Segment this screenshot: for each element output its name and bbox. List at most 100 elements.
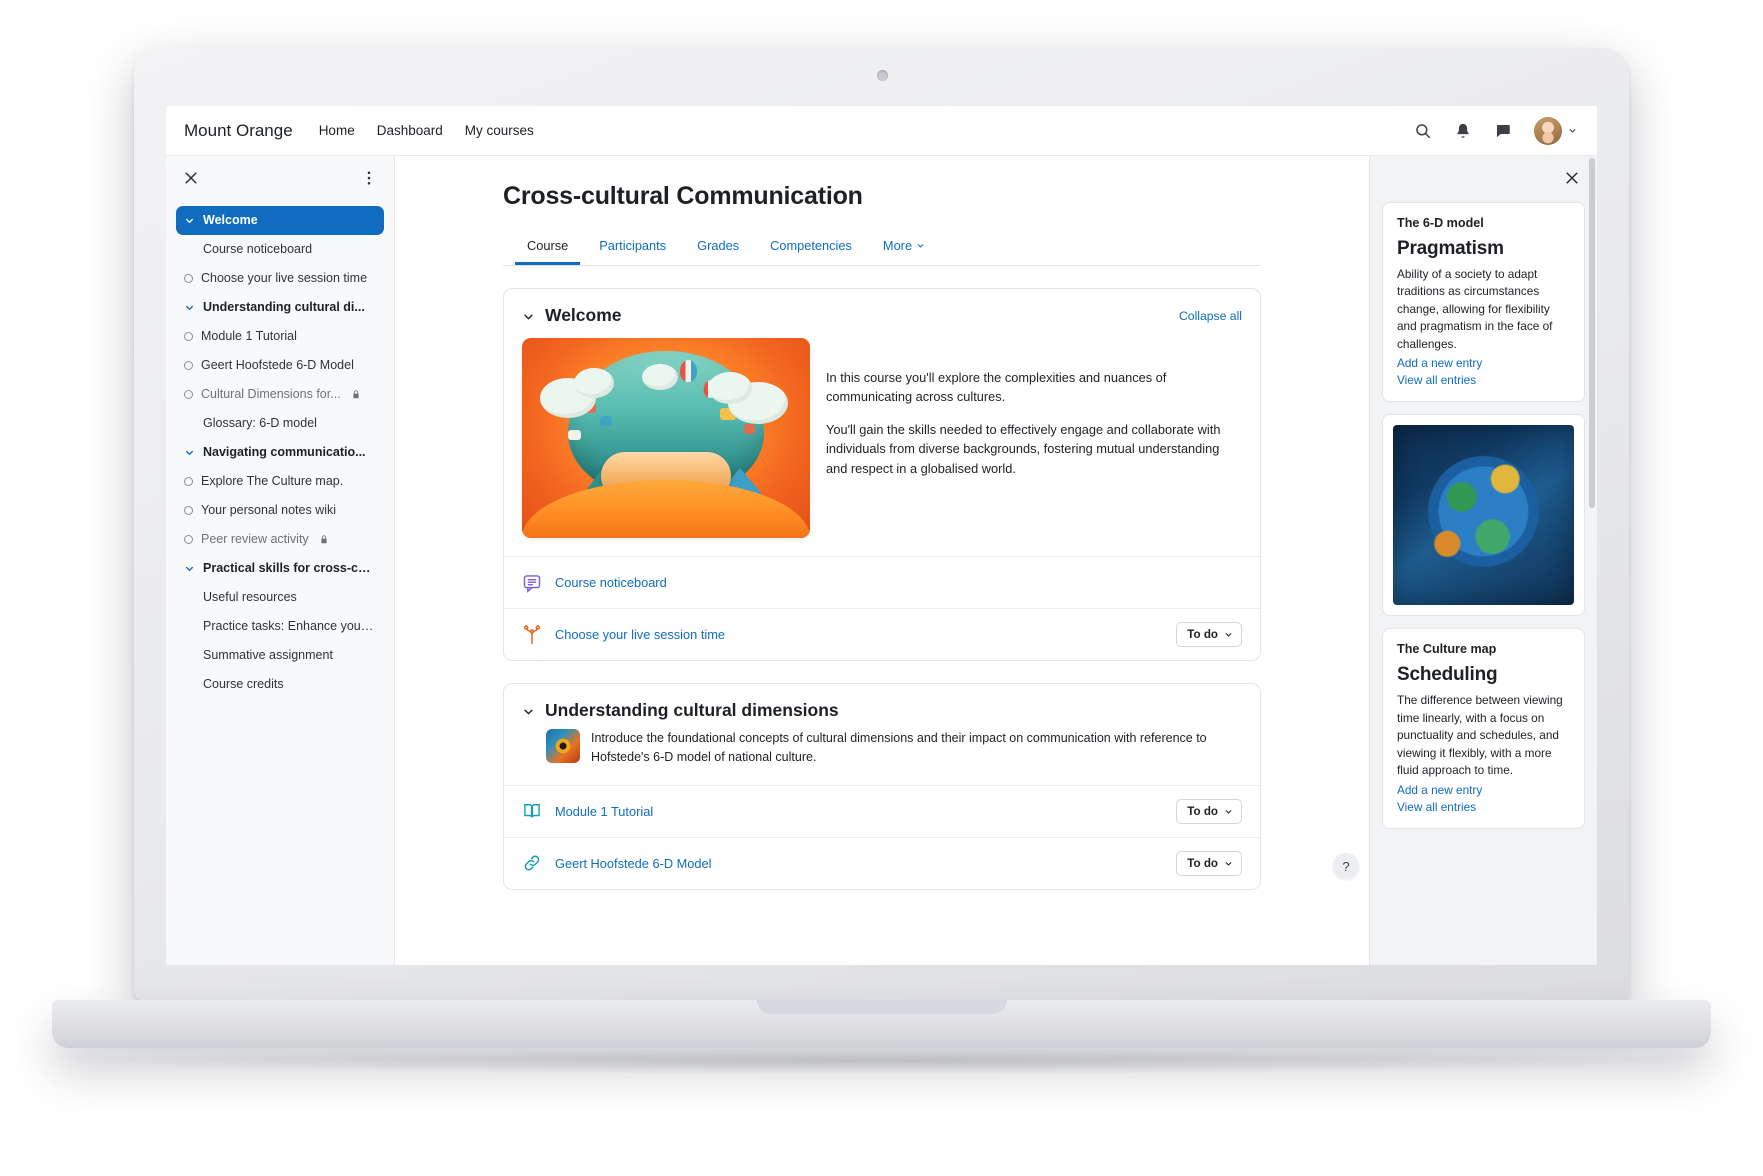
- sidebar-item-glossary-6d-model[interactable]: Glossary: 6-D model: [176, 409, 384, 438]
- sidebar-item-welcome[interactable]: Welcome: [176, 206, 384, 235]
- page-scrollbar[interactable]: [1589, 158, 1595, 508]
- notifications-bell-icon[interactable]: [1454, 122, 1472, 140]
- screen-viewport: Mount Orange Home Dashboard My courses W…: [166, 106, 1597, 965]
- sidebar-item-label: Glossary: 6-D model: [203, 415, 317, 430]
- decor-tile: [568, 430, 581, 440]
- nav-link-home[interactable]: Home: [319, 123, 355, 138]
- messages-icon[interactable]: [1494, 122, 1512, 140]
- decor-tile: [744, 424, 755, 434]
- sidebar-item-label: Summative assignment: [203, 647, 333, 662]
- activity-row-module-1-tutorial[interactable]: Module 1 Tutorial To do: [504, 784, 1260, 837]
- tab-label: Course: [527, 238, 569, 253]
- tab-grades[interactable]: Grades: [685, 231, 751, 265]
- avatar[interactable]: [1534, 116, 1562, 145]
- chevron-down-icon: [1225, 633, 1232, 637]
- activity-name[interactable]: Choose your live session time: [555, 627, 725, 642]
- tab-course[interactable]: Course: [515, 231, 581, 265]
- section-description-text: Introduce the foundational concepts of c…: [591, 731, 1207, 764]
- summary-paragraph-2: You'll gain the skills needed to effecti…: [826, 421, 1221, 476]
- sidebar-item-personal-notes-wiki[interactable]: Your personal notes wiki: [176, 496, 384, 525]
- sidebar-item-practical-skills[interactable]: Practical skills for cross-cul...: [176, 554, 384, 583]
- sidebar-item-geert-hoofstede-model[interactable]: Geert Hoofstede 6-D Model: [176, 351, 384, 380]
- completion-todo-button[interactable]: To do: [1176, 850, 1242, 876]
- course-summary-text: In this course you'll explore the comple…: [826, 338, 1242, 538]
- sidebar-item-label: Navigating communicatio...: [203, 444, 366, 459]
- sidebar-item-choose-session[interactable]: Choose your live session time: [176, 264, 384, 293]
- laptop-mockup: Mount Orange Home Dashboard My courses W…: [0, 0, 1763, 1176]
- sidebar-item-peer-review-activity[interactable]: Peer review activity: [176, 525, 384, 554]
- hill-shape: [522, 480, 810, 538]
- lock-icon: [353, 390, 359, 399]
- cloud-shape: [708, 372, 752, 404]
- view-all-entries-link[interactable]: View all entries: [1397, 373, 1570, 387]
- site-brand[interactable]: Mount Orange: [184, 121, 293, 141]
- sidebar-item-course-credits[interactable]: Course credits: [176, 670, 384, 699]
- kebab-menu-icon[interactable]: [360, 169, 378, 187]
- course-main-content: Cross-cultural Communication Course Part…: [395, 156, 1369, 965]
- chevron-down-icon[interactable]: [522, 705, 535, 718]
- block-drawer-toolbar: [1370, 156, 1597, 200]
- course-index-drawer: Welcome Course noticeboard Choose your l…: [166, 156, 395, 965]
- sidebar-item-summative-assignment[interactable]: Summative assignment: [176, 641, 384, 670]
- user-menu[interactable]: [1534, 116, 1577, 145]
- tab-participants[interactable]: Participants: [587, 231, 678, 265]
- block-title: The 6-D model: [1397, 216, 1484, 230]
- sidebar-item-explore-culture-map[interactable]: Explore The Culture map.: [176, 467, 384, 496]
- chevron-down-icon[interactable]: [1568, 126, 1577, 135]
- section-header: Understanding cultural dimensions: [504, 684, 1260, 727]
- glossary-definition: The difference between viewing time line…: [1397, 693, 1563, 778]
- primary-nav: Home Dashboard My courses: [319, 123, 534, 138]
- sidebar-item-label: Course noticeboard: [203, 241, 313, 256]
- view-all-entries-link[interactable]: View all entries: [1397, 800, 1570, 814]
- sidebar-item-course-noticeboard[interactable]: Course noticeboard: [176, 235, 384, 264]
- sidebar-item-useful-resources[interactable]: Useful resources: [176, 583, 384, 612]
- activity-row-course-noticeboard[interactable]: Course noticeboard: [504, 556, 1260, 608]
- completion-todo-button[interactable]: To do: [1176, 798, 1242, 824]
- activity-row-geert-hoofstede-model[interactable]: Geert Hoofstede 6-D Model To do: [504, 836, 1260, 889]
- sidebar-item-cultural-dimensions-for[interactable]: Cultural Dimensions for...: [176, 380, 384, 409]
- help-button[interactable]: ?: [1333, 853, 1359, 879]
- main-inner: Cross-cultural Communication Course Part…: [395, 156, 1369, 890]
- glossary-term: Pragmatism: [1397, 238, 1504, 259]
- activity-name[interactable]: Geert Hoofstede 6-D Model: [555, 856, 711, 871]
- activity-name[interactable]: Module 1 Tutorial: [555, 804, 653, 819]
- sidebar-item-practice-tasks[interactable]: Practice tasks: Enhance your ...: [176, 612, 384, 641]
- completion-circle-icon: [184, 506, 193, 515]
- completion-todo-button[interactable]: To do: [1176, 622, 1242, 647]
- chevron-down-icon: [185, 450, 194, 456]
- block-list: The 6-D model Pragmatism Ability of a so…: [1370, 200, 1597, 855]
- sidebar-item-understanding-cultural-dimensions[interactable]: Understanding cultural di...: [176, 293, 384, 322]
- close-icon[interactable]: [182, 169, 200, 187]
- block-title: The Culture map: [1397, 642, 1497, 657]
- tab-more[interactable]: More: [871, 231, 937, 265]
- sidebar-item-module-1-tutorial[interactable]: Module 1 Tutorial: [176, 322, 384, 351]
- add-new-entry-link[interactable]: Add a new entry: [1397, 783, 1570, 797]
- activity-name[interactable]: Course noticeboard: [555, 575, 667, 590]
- course-tabs: Course Participants Grades Competencies …: [503, 231, 1261, 266]
- section-thumbnail-image: [546, 729, 580, 763]
- section-title: Understanding cultural dimensions: [545, 700, 839, 720]
- nav-link-dashboard[interactable]: Dashboard: [377, 123, 443, 138]
- forum-icon: [523, 574, 541, 593]
- glossary-term: Scheduling: [1397, 664, 1498, 686]
- nav-link-my-courses[interactable]: My courses: [465, 123, 534, 138]
- activity-row-choose-session[interactable]: Choose your live session time To do: [504, 608, 1260, 660]
- glossary-definition: Ability of a society to adapt traditions…: [1397, 267, 1553, 351]
- sidebar-item-label: Your personal notes wiki: [201, 502, 337, 517]
- todo-label: To do: [1187, 628, 1218, 641]
- completion-circle-icon: [184, 332, 193, 341]
- sidebar-item-label: Explore The Culture map.: [201, 473, 344, 488]
- add-new-entry-link[interactable]: Add a new entry: [1397, 356, 1570, 370]
- chevron-down-icon[interactable]: [522, 310, 535, 323]
- welcome-body: In this course you'll explore the comple…: [504, 332, 1260, 556]
- tab-competencies[interactable]: Competencies: [758, 231, 864, 265]
- collapse-all-link[interactable]: Collapse all: [1179, 309, 1242, 323]
- search-icon[interactable]: [1414, 122, 1432, 140]
- sidebar-item-label: Useful resources: [203, 589, 297, 604]
- cloud-shape: [642, 364, 678, 390]
- course-index-toolbar: [166, 156, 394, 200]
- completion-circle-icon: [184, 477, 193, 486]
- sidebar-item-navigating-communication[interactable]: Navigating communicatio...: [176, 438, 384, 467]
- close-icon[interactable]: [1563, 169, 1581, 187]
- sidebar-item-label: Welcome: [203, 212, 258, 227]
